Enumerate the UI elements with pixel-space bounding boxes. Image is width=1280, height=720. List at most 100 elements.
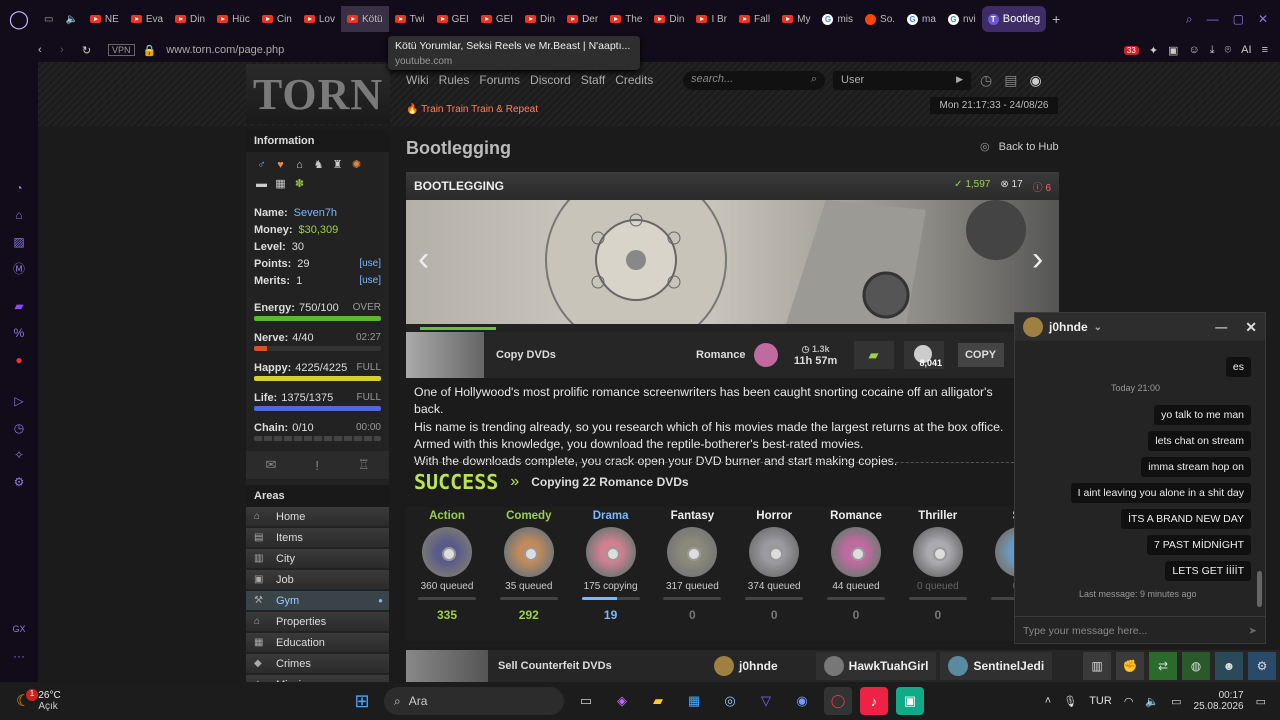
browser-tab[interactable]: Din xyxy=(519,6,561,32)
global-icon[interactable]: ◍ xyxy=(1182,652,1210,680)
genre-drama[interactable]: Drama 175 copying 19 xyxy=(570,507,652,622)
discord-icon[interactable]: ◉ xyxy=(788,687,816,715)
clock-icon[interactable]: ◷ xyxy=(980,72,992,89)
search-input[interactable]: search... ⌕ xyxy=(683,71,825,90)
event-banner[interactable]: 🔥 Train Train Train & Repeat xyxy=(406,104,538,115)
browser-tab[interactable]: Fall xyxy=(733,6,776,32)
copy-button[interactable]: COPY xyxy=(957,343,1004,367)
use-merits-link[interactable]: [use] xyxy=(359,275,381,286)
area-item-crimes[interactable]: ◆ Crimes xyxy=(246,654,389,673)
messenger-icon[interactable]: Ⓜ xyxy=(0,255,38,282)
url-field[interactable]: www.torn.com/page.php xyxy=(166,44,284,56)
nav-link-staff[interactable]: Staff xyxy=(581,73,605,87)
globe-icon[interactable]: ◉ xyxy=(1029,72,1041,89)
notepad-icon[interactable]: ▤ xyxy=(1004,72,1017,89)
browser-tab[interactable]: Twi xyxy=(389,6,431,32)
chat-settings-icon[interactable]: ⚙ xyxy=(1248,652,1276,680)
wallet-icon[interactable]: ▣ xyxy=(1168,44,1178,57)
taskbar-search[interactable]: ⌕ Ara xyxy=(384,687,564,715)
reload-icon[interactable]: ↻ xyxy=(82,44,108,57)
fist-icon[interactable]: ✊ xyxy=(1116,652,1144,680)
play-icon[interactable]: ▶ xyxy=(956,74,963,85)
back-to-hub-link[interactable]: ◎ Back to Hub xyxy=(980,140,1059,153)
browser-tab[interactable]: Der xyxy=(561,6,604,32)
nav-link-wiki[interactable]: Wiki xyxy=(406,73,429,87)
education-icon[interactable]: ▦ xyxy=(273,176,288,191)
chat-tab-sentineljedi[interactable]: SentinelJedi xyxy=(940,652,1053,680)
opera-logo-icon[interactable]: ◯ xyxy=(0,0,38,38)
genre-comedy[interactable]: Comedy 35 queued 292 xyxy=(488,507,570,622)
nav-link-discord[interactable]: Discord xyxy=(530,73,571,87)
twitch-icon[interactable]: ▰ xyxy=(0,292,38,319)
next-arrow-icon[interactable]: › xyxy=(1032,240,1043,279)
file-explorer-icon[interactable]: ▰ xyxy=(644,687,672,715)
nav-link-forums[interactable]: Forums xyxy=(479,73,520,87)
new-tab-button[interactable]: + xyxy=(1046,6,1066,32)
browser-tab[interactable]: Din xyxy=(169,6,211,32)
weather-widget[interactable]: ☾ 1 26°C Açık xyxy=(0,689,300,712)
torn-logo[interactable]: TORN xyxy=(246,64,390,124)
prev-arrow-icon[interactable]: ‹ xyxy=(418,240,429,279)
tray-chevron-icon[interactable]: ˄ xyxy=(1045,695,1051,707)
browser-tab[interactable]: Kötü xyxy=(341,6,389,32)
close-chat-icon[interactable]: ✕ xyxy=(1245,319,1257,336)
use-points-link[interactable]: [use] xyxy=(359,258,381,269)
taskbar-clock[interactable]: 00:17 25.08.2026 xyxy=(1194,690,1244,712)
close-window-icon[interactable]: ✕ xyxy=(1258,12,1268,27)
task-view-icon[interactable]: ▭ xyxy=(572,687,600,715)
steam-icon[interactable]: ◎ xyxy=(716,687,744,715)
search-icon[interactable]: ⌕ xyxy=(811,73,817,86)
volume-icon[interactable]: 🔈 xyxy=(1145,695,1159,708)
nav-link-credits[interactable]: Credits xyxy=(615,73,653,87)
chat-scrollbar[interactable] xyxy=(1257,571,1262,607)
chat-tab-j0hnde[interactable]: j0hnde xyxy=(706,652,786,680)
mic-icon[interactable]: 🎙 xyxy=(1063,695,1077,708)
area-item-education[interactable]: ▦ Education xyxy=(246,633,389,652)
more-icon[interactable]: ··· xyxy=(0,642,38,669)
speed-dial-icon[interactable]: ◔ xyxy=(0,174,38,201)
genre-action[interactable]: Action 360 queued 335 xyxy=(406,507,488,622)
window-menu-icon[interactable]: ▭ xyxy=(38,6,59,32)
browser-tab[interactable]: The xyxy=(604,6,648,32)
extensions-icon[interactable]: ✦ xyxy=(1149,44,1158,57)
drug-icon[interactable]: ♜ xyxy=(330,157,345,172)
stat-bar[interactable] xyxy=(254,316,381,321)
city-icon[interactable]: ▥ xyxy=(1083,652,1111,680)
male-icon[interactable]: ♂ xyxy=(254,157,269,172)
area-item-city[interactable]: ▥ City xyxy=(246,549,389,568)
browser-tab[interactable]: Gnvi xyxy=(942,6,982,32)
settings-icon[interactable]: ⚙ xyxy=(0,468,38,495)
browser-tab[interactable]: My xyxy=(776,6,816,32)
player-name[interactable]: Seven7h xyxy=(294,207,381,219)
area-item-job[interactable]: ▣ Job xyxy=(246,570,389,589)
browser-tab[interactable]: Cin xyxy=(256,6,298,32)
battery-icon[interactable]: ▭ xyxy=(1171,695,1181,708)
download-icon[interactable]: ⤓ xyxy=(1210,44,1215,57)
history-icon[interactable]: ◷ xyxy=(0,414,38,441)
browser-tab[interactable]: Lov xyxy=(298,6,341,32)
store-icon[interactable]: ▦ xyxy=(680,687,708,715)
vpn-badge[interactable]: VPN xyxy=(108,44,135,56)
browser-tab[interactable]: Eva xyxy=(125,6,169,32)
stat-bar[interactable] xyxy=(254,346,381,351)
notification-icon[interactable]: ▭ xyxy=(1256,695,1266,708)
chat-username[interactable]: j0hnde xyxy=(1049,320,1088,334)
genre-thriller[interactable]: Thriller 0 queued 0 xyxy=(897,507,979,622)
genre-romance[interactable]: Romance 44 queued 0 xyxy=(815,507,897,622)
blank-dvd-item[interactable]: 8,041 xyxy=(903,341,944,369)
minimize-chat-icon[interactable]: — xyxy=(1215,320,1227,334)
app-icon[interactable]: ● xyxy=(0,346,38,373)
workspace-icon[interactable]: ⌂ xyxy=(0,201,38,228)
genre-fantasy[interactable]: Fantasy 317 queued 0 xyxy=(651,507,733,622)
trade-icon[interactable]: ⇄ xyxy=(1149,652,1177,680)
burner-item-icon[interactable]: ▰ xyxy=(853,341,894,369)
friends-icon[interactable]: ☻ xyxy=(1215,652,1243,680)
browser-tab[interactable]: So. xyxy=(859,6,901,32)
donator-icon[interactable]: ✺ xyxy=(349,157,364,172)
alert-icon[interactable]: ! xyxy=(315,458,319,473)
mute-icon[interactable]: 🔈 xyxy=(59,6,83,32)
genre-horror[interactable]: Horror 374 queued 0 xyxy=(733,507,815,622)
profile-icon[interactable]: ☺ xyxy=(1188,44,1199,56)
area-item-properties[interactable]: ⌂ Properties xyxy=(246,612,389,631)
maximize-icon[interactable]: ▢ xyxy=(1233,12,1244,27)
